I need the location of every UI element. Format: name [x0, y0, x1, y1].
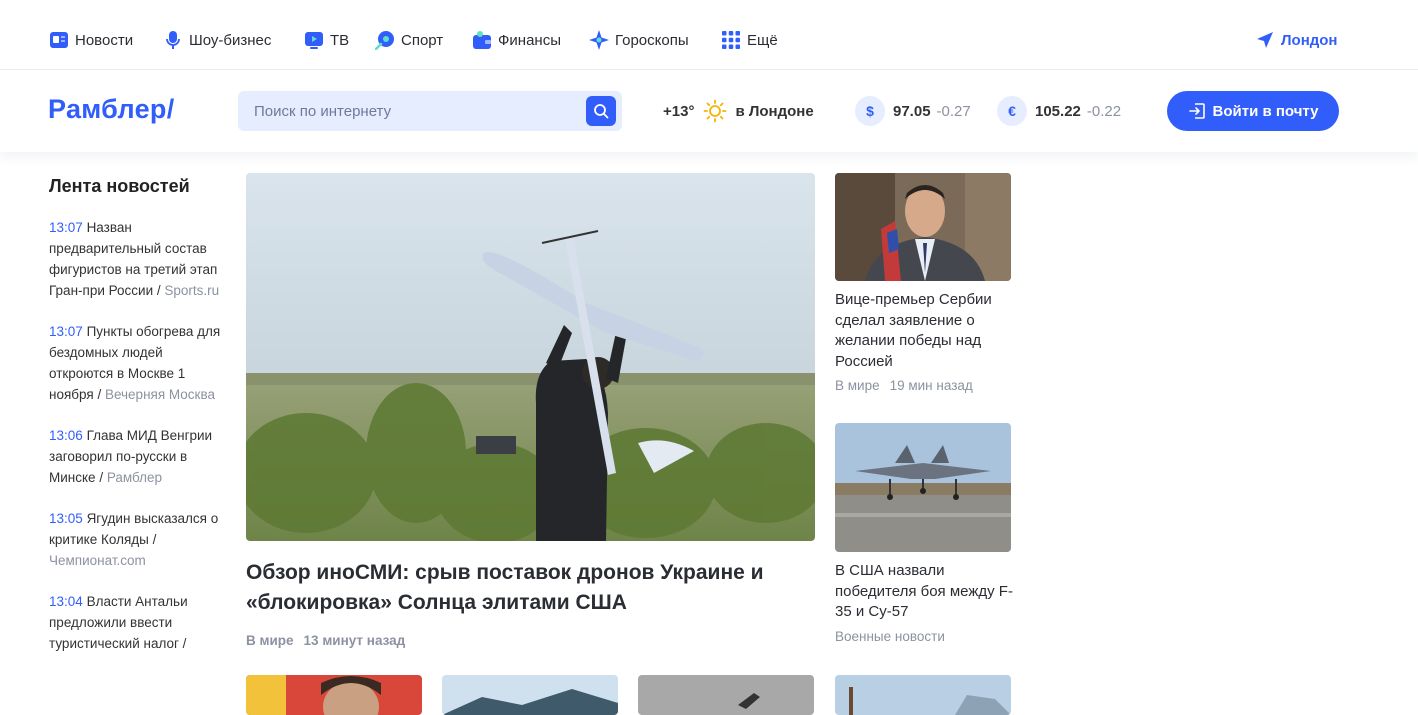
news-feed: Лента новостей 13:07 Назван предваритель…	[49, 176, 227, 674]
sun-icon	[704, 99, 727, 123]
main-article-title[interactable]: Обзор иноСМИ: срыв поставок дронов Украи…	[246, 558, 816, 656]
star-icon	[589, 30, 609, 50]
nav-item-label: Шоу-бизнес	[189, 31, 272, 49]
ball-icon	[375, 31, 394, 50]
nav-item-horoscopes[interactable]: Гороскопы	[589, 28, 689, 52]
feed-source: Чемпионат.com	[49, 553, 146, 568]
search-button[interactable]	[586, 96, 616, 126]
main-article-title-text: Обзор иноСМИ: срыв поставок дронов Украи…	[246, 561, 764, 614]
nav-item-news[interactable]: Новости	[49, 28, 133, 52]
feed-time: 13:05	[49, 511, 83, 526]
location-selector[interactable]: Лондон	[1256, 28, 1338, 52]
feed-item[interactable]: 13:04 Власти Антальи предложили ввести т…	[49, 591, 227, 654]
side-article-title[interactable]: В США назвали победителя боя между F-35 …	[835, 561, 1013, 647]
login-mail-button[interactable]: Войти в почту	[1167, 91, 1339, 131]
nav-item-label: Спорт	[401, 31, 444, 49]
feed-source: Вечерняя Москва	[104, 387, 215, 402]
usd-rate[interactable]: $ 97.05 -0.27	[855, 96, 971, 126]
side-article-image[interactable]	[835, 423, 1011, 552]
eur-value: 105.22	[1035, 102, 1081, 120]
side-article-meta: В мире 19 мин назад	[835, 376, 1013, 397]
feed-time: 13:06	[49, 428, 83, 443]
tv-icon	[305, 32, 323, 49]
article-category[interactable]: В мире	[246, 633, 294, 648]
nav-item-label: ТВ	[330, 31, 350, 49]
microphone-icon	[166, 31, 180, 49]
eur-rate[interactable]: € 105.22 -0.22	[997, 96, 1121, 126]
side-article-meta: Военные новости	[835, 627, 1013, 648]
nav-item-tv[interactable]: ТВ	[304, 28, 349, 52]
thumbnail-photo	[246, 675, 422, 715]
login-label: Войти в почту	[1212, 102, 1319, 120]
main-article-image[interactable]	[246, 173, 815, 541]
jet-photo	[835, 423, 1011, 552]
news-icon	[50, 32, 68, 48]
article-category[interactable]: Военные новости	[835, 629, 945, 644]
feed-title: Лента новостей	[49, 176, 190, 196]
feed-item[interactable]: 13:07 Пункты обогрева для бездомных люде…	[49, 321, 227, 405]
search-input[interactable]	[238, 91, 578, 131]
nav-item-label: Гороскопы	[615, 31, 689, 49]
location-arrow-icon	[1257, 32, 1273, 48]
usd-change: -0.27	[936, 102, 971, 120]
feed-source: Sports.ru	[164, 283, 220, 298]
side-article-title-text: Вице-премьер Сербии сделал заявление о ж…	[835, 291, 992, 370]
article-thumbnail[interactable]	[638, 675, 814, 715]
dollar-icon: $	[855, 96, 885, 126]
nav-item-label: Ещё	[747, 31, 778, 49]
article-time: 19 мин назад	[889, 378, 973, 393]
feed-item[interactable]: 13:05 Ягудин высказался о критике Коляды…	[49, 508, 227, 571]
main-article-meta: В мире 13 минут назад	[246, 626, 816, 656]
eur-change: -0.22	[1086, 102, 1122, 120]
header: Рамблер/ +13° в Лондоне $ 97.05 -0.27 € …	[0, 70, 1418, 152]
thumbnail-photo	[835, 675, 1011, 715]
side-article-image[interactable]	[835, 173, 1011, 281]
thumbnail-photo	[442, 675, 618, 715]
location-label: Лондон	[1281, 31, 1338, 49]
feed-time: 13:07	[49, 220, 83, 235]
feed-source: Рамблер	[106, 470, 163, 485]
login-icon	[1188, 103, 1205, 119]
weather-temp: +13°	[663, 102, 695, 120]
nav-item-more[interactable]: Ещё	[721, 28, 778, 52]
feed-item[interactable]: 13:06 Глава МИД Венгрии заговорил по-рус…	[49, 425, 227, 488]
article-time: 13 минут назад	[303, 633, 406, 648]
thumbnail-photo	[638, 675, 814, 715]
grid-icon	[722, 31, 740, 49]
nav-item-show-business[interactable]: Шоу-бизнес	[163, 28, 271, 52]
search-bar	[238, 91, 622, 131]
euro-icon: €	[997, 96, 1027, 126]
article-category[interactable]: В мире	[835, 378, 880, 393]
drone-photo	[246, 173, 815, 541]
article-thumbnail[interactable]	[835, 675, 1011, 715]
nav-item-sport[interactable]: Спорт	[375, 28, 443, 52]
side-article-title-text: В США назвали победителя боя между F-35 …	[835, 562, 1013, 620]
feed-time: 13:04	[49, 594, 83, 609]
article-thumbnail[interactable]	[442, 675, 618, 715]
side-article-title[interactable]: Вице-премьер Сербии сделал заявление о ж…	[835, 290, 1013, 397]
weather-widget[interactable]: +13° в Лондоне	[663, 99, 814, 123]
nav-item-finance[interactable]: Финансы	[472, 28, 561, 52]
feed-time: 13:07	[49, 324, 83, 339]
portrait-photo	[835, 173, 1011, 281]
search-icon	[594, 104, 609, 119]
article-thumbnail[interactable]	[246, 675, 422, 715]
usd-value: 97.05	[893, 102, 931, 120]
nav-item-label: Новости	[75, 31, 134, 49]
rambler-logo[interactable]: Рамблер/	[48, 94, 175, 125]
nav-item-label: Финансы	[498, 31, 561, 49]
top-navigation: Новости Шоу-бизнес ТВ Спорт Финансы Горо…	[0, 0, 1418, 70]
weather-city: в Лондоне	[735, 102, 814, 120]
feed-item[interactable]: 13:07 Назван предварительный состав фигу…	[49, 217, 227, 301]
wallet-icon	[473, 31, 491, 49]
